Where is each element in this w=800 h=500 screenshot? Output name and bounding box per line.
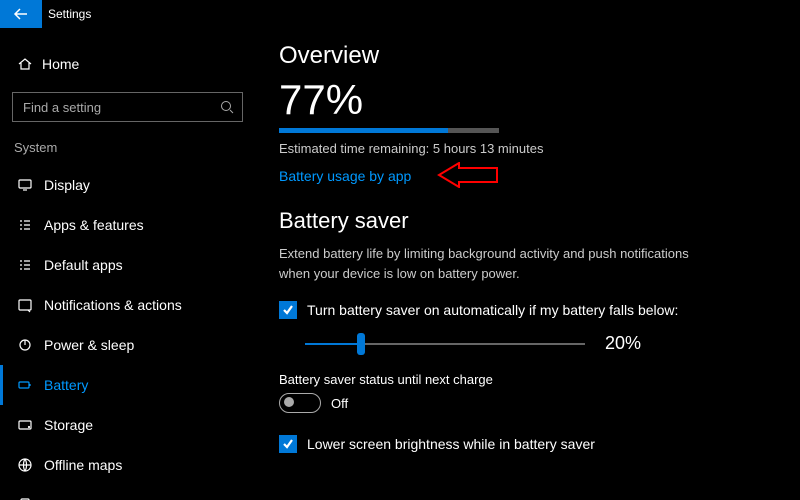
slider-thumb[interactable] <box>357 333 365 355</box>
back-button[interactable] <box>0 0 42 28</box>
window-title: Settings <box>42 7 91 21</box>
slider-track-fill <box>305 343 361 345</box>
display-icon <box>14 177 36 193</box>
nav-label: Battery <box>36 377 88 393</box>
nav-label: Notifications & actions <box>36 297 182 313</box>
saver-status-label: Battery saver status until next charge <box>279 372 760 387</box>
nav-item-storage[interactable]: Storage <box>0 405 255 445</box>
maps-icon <box>14 457 36 473</box>
home-button[interactable]: Home <box>0 46 255 82</box>
home-label: Home <box>36 56 79 72</box>
nav-item-battery[interactable]: Battery <box>0 365 255 405</box>
threshold-slider[interactable] <box>305 334 585 354</box>
battery-bar-fill <box>279 128 448 133</box>
annotation-arrow <box>419 162 499 191</box>
home-icon <box>14 56 36 72</box>
brightness-label: Lower screen brightness while in battery… <box>307 436 595 452</box>
battery-bar <box>279 128 499 133</box>
nav-item-maps[interactable]: Offline maps <box>0 445 255 485</box>
nav-item-power[interactable]: Power & sleep <box>0 325 255 365</box>
nav-label: Offline maps <box>36 457 122 473</box>
battery-percent: 77% <box>279 76 760 124</box>
category-label: System <box>0 140 255 155</box>
saver-toggle-label: Off <box>331 396 348 411</box>
battery-saver-heading: Battery saver <box>279 208 760 234</box>
auto-saver-label: Turn battery saver on automatically if m… <box>307 302 678 318</box>
nav-item-tablet[interactable]: Tablet mode <box>0 485 255 500</box>
search-icon <box>220 100 234 114</box>
content-pane: Overview 77% Estimated time remaining: 5… <box>255 28 800 500</box>
nav-item-display[interactable]: Display <box>0 165 255 205</box>
search-input[interactable] <box>21 99 220 116</box>
notif-icon <box>14 297 36 313</box>
battery-saver-description: Extend battery life by limiting backgrou… <box>279 244 699 283</box>
battery-icon <box>14 377 36 393</box>
threshold-value: 20% <box>605 333 641 354</box>
saver-toggle[interactable] <box>279 393 321 413</box>
nav-label: Apps & features <box>36 217 144 233</box>
overview-heading: Overview <box>279 42 760 70</box>
sidebar: Home System Display Apps & features Defaul… <box>0 28 255 500</box>
check-icon <box>282 304 294 316</box>
storage-icon <box>14 417 36 433</box>
nav-item-defaults[interactable]: Default apps <box>0 245 255 285</box>
apps-icon <box>14 217 36 233</box>
nav-label: Power & sleep <box>36 337 134 353</box>
nav-list: Display Apps & features Default apps Notifi… <box>0 165 255 500</box>
check-icon <box>282 438 294 450</box>
battery-usage-link[interactable]: Battery usage by app <box>279 168 411 184</box>
search-box[interactable] <box>12 92 243 122</box>
nav-item-notif[interactable]: Notifications & actions <box>0 285 255 325</box>
nav-item-apps[interactable]: Apps & features <box>0 205 255 245</box>
nav-label: Default apps <box>36 257 123 273</box>
toggle-knob <box>284 397 294 407</box>
battery-estimate: Estimated time remaining: 5 hours 13 min… <box>279 141 760 156</box>
brightness-checkbox[interactable] <box>279 435 297 453</box>
power-icon <box>14 337 36 353</box>
arrow-left-icon <box>12 5 30 23</box>
nav-label: Display <box>36 177 90 193</box>
defaults-icon <box>14 257 36 273</box>
title-bar: Settings <box>0 0 800 28</box>
auto-saver-checkbox[interactable] <box>279 301 297 319</box>
nav-label: Storage <box>36 417 93 433</box>
